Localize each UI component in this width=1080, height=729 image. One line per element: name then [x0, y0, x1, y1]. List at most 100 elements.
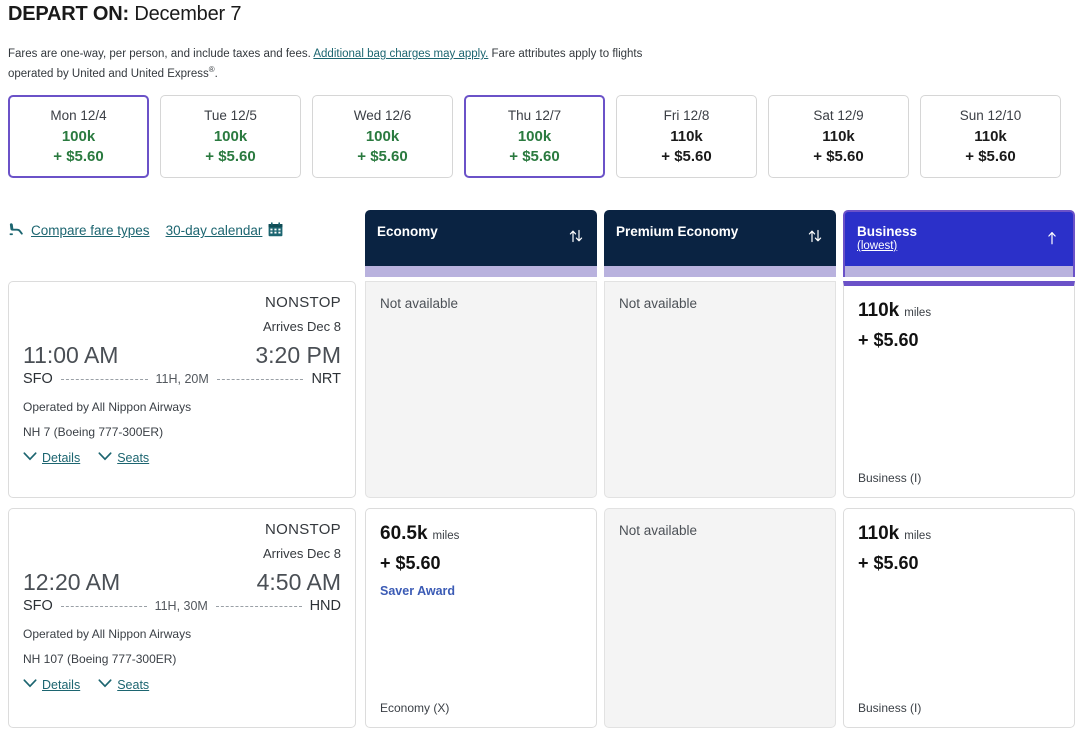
- fare-note-text-1: Fares are one-way, per person, and inclu…: [8, 48, 311, 60]
- date-tile[interactable]: Fri 12/8 110k + $5.60: [616, 95, 757, 178]
- calendar-icon: [268, 221, 283, 240]
- not-available-label: Not available: [619, 296, 698, 311]
- fare-class-label: Business (I): [858, 471, 922, 485]
- flight-number-equipment: NH 7 (Boeing 777-300ER): [23, 425, 164, 439]
- seats-toggle[interactable]: Seats: [98, 678, 149, 692]
- arrival-date-label: Arrives Dec 8: [262, 546, 341, 561]
- flight-row: NONSTOP Arrives Dec 8 12:20 AM 4:50 AM SFO 11…: [8, 508, 1075, 728]
- fare-class-label: Business (I): [858, 701, 922, 715]
- date-tile[interactable]: Wed 12/6 100k + $5.60: [312, 95, 453, 178]
- flight-results-page: DEPART ON: December 7 Fares are one-way,…: [0, 0, 1080, 729]
- fare-miles-unit: miles: [904, 307, 932, 319]
- date-tile-label: Sun 12/10: [959, 107, 1022, 123]
- flight-times: 11:00 AM 3:20 PM: [23, 342, 341, 369]
- fare-miles-value: 110k: [858, 300, 900, 321]
- fare-cell-economy[interactable]: 60.5k miles + $5.60 Saver Award Economy (X): [365, 508, 597, 728]
- date-tile-fee: + $5.60: [813, 148, 864, 166]
- arrival-time: 4:50 AM: [256, 569, 341, 595]
- depart-on-label: DEPART ON:: [8, 3, 129, 25]
- fare-miles-value: 110k: [858, 523, 900, 544]
- flight-number-equipment: NH 107 (Boeing 777-300ER): [23, 652, 177, 666]
- column-header-business[interactable]: Business (lowest): [843, 210, 1075, 277]
- sort-updown-icon[interactable]: [806, 227, 824, 250]
- date-tile-miles: 110k: [822, 127, 855, 145]
- flight-duration: 11H, 20M: [155, 372, 209, 386]
- stops-label: NONSTOP: [264, 521, 341, 538]
- column-header-premium-economy[interactable]: Premium Economy: [604, 210, 836, 277]
- fare-tools-links: Compare fare types 30-day calendar: [8, 221, 283, 240]
- compare-fare-types-link[interactable]: Compare fare types: [8, 221, 150, 240]
- date-tile-label: Thu 12/7: [507, 107, 562, 123]
- arrival-time: 3:20 PM: [255, 342, 341, 368]
- 30-day-calendar-link[interactable]: 30-day calendar: [166, 221, 284, 240]
- page-title: DEPART ON: December 7: [8, 3, 241, 26]
- fare-price-line: 110k miles: [858, 300, 1060, 322]
- date-tile-label: Fri 12/8: [663, 107, 710, 123]
- date-tile-label: Wed 12/6: [353, 107, 412, 123]
- additional-bag-charges-link[interactable]: Additional bag charges may apply.: [313, 48, 488, 60]
- fare-fee-value: + $5.60: [858, 330, 919, 350]
- not-available-label: Not available: [380, 296, 459, 311]
- fare-disclaimer: Fares are one-way, per person, and inclu…: [8, 46, 688, 82]
- departure-time: 12:20 AM: [23, 569, 121, 595]
- chevron-down-icon: [98, 678, 112, 692]
- date-tile[interactable]: Sun 12/10 110k + $5.60: [920, 95, 1061, 178]
- flight-summary-card: NONSTOP Arrives Dec 8 11:00 AM 3:20 PM SFO 11…: [8, 281, 356, 498]
- date-selector-strip[interactable]: Mon 12/4 100k + $5.60 Tue 12/5 100k + $5.60 We…: [8, 95, 1072, 178]
- fare-cell-business[interactable]: 110k miles + $5.60 Business (I): [843, 508, 1075, 728]
- flight-summary-card: NONSTOP Arrives Dec 8 12:20 AM 4:50 AM SFO 11…: [8, 508, 356, 728]
- date-tile-fee: + $5.60: [509, 148, 560, 166]
- date-tile[interactable]: Tue 12/5 100k + $5.60: [160, 95, 301, 178]
- date-tile-miles: 100k: [517, 127, 552, 145]
- date-tile-fee: + $5.60: [661, 148, 712, 166]
- date-tile[interactable]: Thu 12/7 100k + $5.60: [464, 95, 605, 178]
- fare-price-line: 60.5k miles: [380, 523, 582, 545]
- fare-miles-value: 60.5k: [380, 523, 428, 544]
- route-dash-left: [60, 605, 147, 607]
- details-toggle[interactable]: Details: [23, 678, 80, 692]
- seats-toggle[interactable]: Seats: [98, 451, 149, 465]
- route-dash-left: [60, 378, 148, 380]
- fare-cell-premium: Not available: [604, 281, 836, 498]
- not-available-label: Not available: [619, 523, 698, 538]
- date-tile-miles: 100k: [213, 127, 248, 145]
- flight-duration: 11H, 30M: [154, 599, 208, 613]
- origin-airport: SFO: [23, 371, 53, 387]
- fare-fee-value: + $5.60: [858, 553, 919, 573]
- date-tile-fee: + $5.60: [357, 148, 408, 166]
- column-underbar-business: [845, 266, 1073, 277]
- chevron-down-icon: [23, 678, 37, 692]
- column-title-premium-economy: Premium Economy: [616, 224, 739, 239]
- sort-up-icon[interactable]: [1043, 229, 1061, 252]
- flight-times: 12:20 AM 4:50 AM: [23, 569, 341, 596]
- details-toggle[interactable]: Details: [23, 451, 80, 465]
- expander-links: Details Seats: [23, 451, 341, 465]
- destination-airport: HND: [309, 598, 341, 614]
- arrival-date-label: Arrives Dec 8: [262, 319, 341, 334]
- column-underbar-economy: [365, 266, 597, 277]
- operated-by-label: Operated by All Nippon Airways: [23, 627, 192, 641]
- award-type-badge: Saver Award: [380, 584, 456, 598]
- chevron-down-icon: [23, 451, 37, 465]
- expander-links: Details Seats: [23, 678, 341, 692]
- details-label: Details: [42, 678, 81, 692]
- fare-price-line: 110k miles: [858, 523, 1060, 545]
- compare-fare-types-label: Compare fare types: [31, 223, 150, 238]
- fare-cell-business[interactable]: 110k miles + $5.60 Business (I): [843, 281, 1075, 498]
- column-title-economy: Economy: [377, 224, 438, 239]
- date-tile-label: Tue 12/5: [204, 107, 257, 123]
- date-tile-miles: 110k: [974, 127, 1007, 145]
- seats-label: Seats: [117, 678, 150, 692]
- sort-updown-icon[interactable]: [567, 227, 585, 250]
- column-underbar-premium-economy: [604, 266, 836, 277]
- seat-icon: [8, 221, 25, 240]
- column-header-economy[interactable]: Economy: [365, 210, 597, 277]
- lowest-fare-link[interactable]: (lowest): [857, 240, 897, 252]
- depart-on-date: December 7: [134, 3, 242, 25]
- route-dash-right: [215, 605, 302, 607]
- date-tile-label: Sat 12/9: [813, 107, 864, 123]
- date-tile-miles: 110k: [670, 127, 703, 145]
- fare-cell-economy: Not available: [365, 281, 597, 498]
- date-tile[interactable]: Mon 12/4 100k + $5.60: [8, 95, 149, 178]
- date-tile[interactable]: Sat 12/9 110k + $5.60: [768, 95, 909, 178]
